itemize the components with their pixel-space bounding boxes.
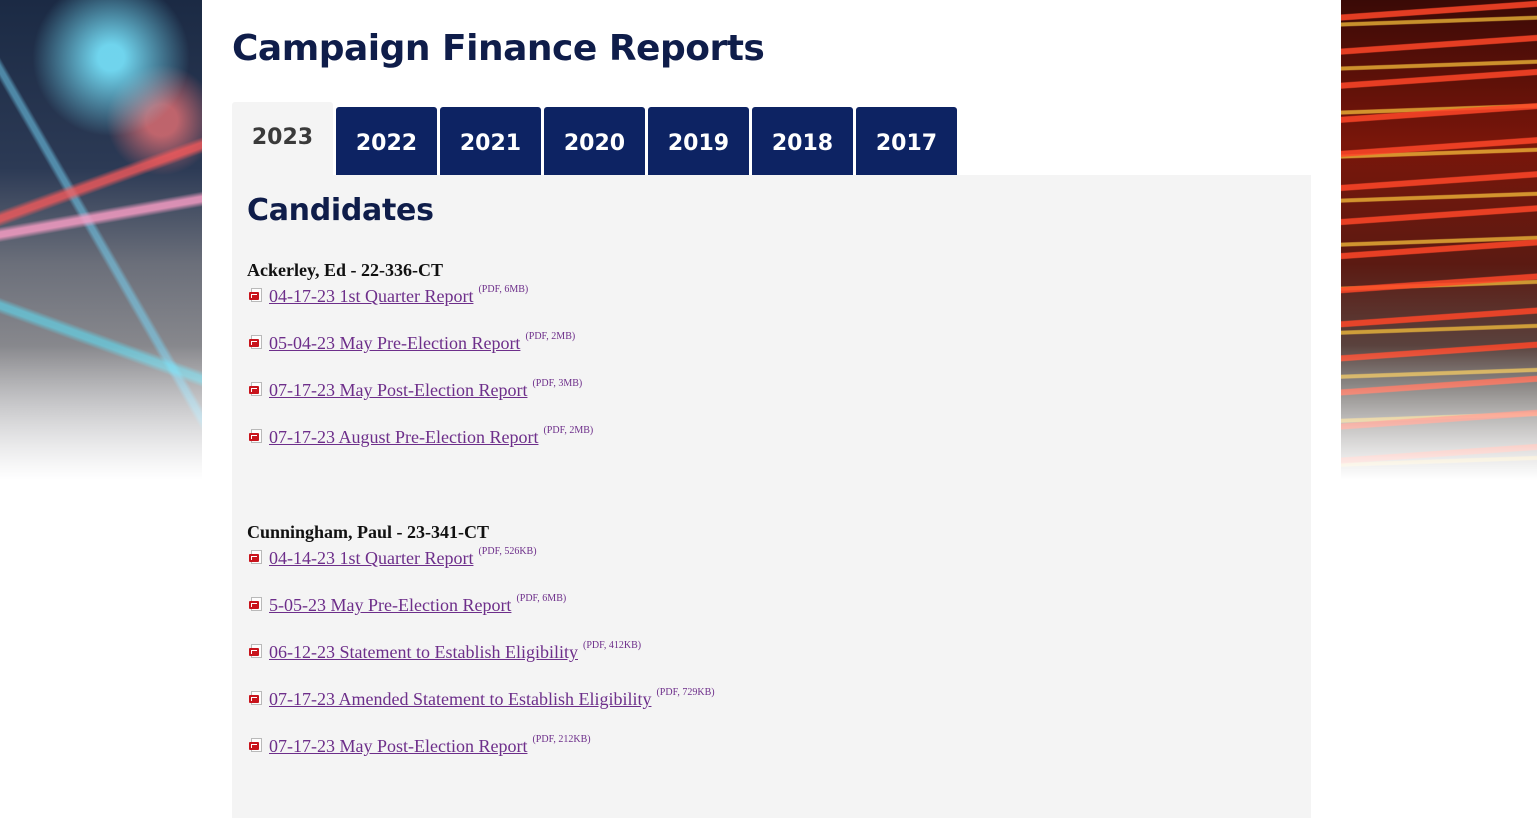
candidate-name: Ackerley, Ed - 22-336-CT xyxy=(247,260,443,280)
report-link[interactable]: 07-17-23 Amended Statement to Establish … xyxy=(269,686,651,712)
report-item: 07-17-23 August Pre-Election Report (PDF… xyxy=(247,424,593,471)
candidate-block: Ackerley, Ed - 22-336-CT 04-17-23 1st Qu… xyxy=(247,259,593,471)
file-info: (PDF, 3MB) xyxy=(532,378,583,389)
tab-panel-2023: Candidates Ackerley, Ed - 22-336-CT 04-1… xyxy=(232,175,1311,818)
report-link[interactable]: 07-17-23 August Pre-Election Report xyxy=(269,424,538,450)
report-link[interactable]: 04-14-23 1st Quarter Report xyxy=(269,545,473,571)
report-item: 04-14-23 1st Quarter Report (PDF, 526KB) xyxy=(247,545,715,592)
tab-2023[interactable]: 2023 xyxy=(232,102,333,175)
tab-2022[interactable]: 2022 xyxy=(336,107,437,175)
pdf-file-icon xyxy=(249,335,263,351)
report-item: 07-17-23 Amended Statement to Establish … xyxy=(247,686,715,733)
pdf-file-icon xyxy=(249,644,263,660)
pdf-file-icon xyxy=(249,691,263,707)
pdf-file-icon xyxy=(249,382,263,398)
report-item: 5-05-23 May Pre-Election Report (PDF, 6M… xyxy=(247,592,715,639)
pdf-file-icon xyxy=(249,288,263,304)
pdf-file-icon xyxy=(249,550,263,566)
tab-2020[interactable]: 2020 xyxy=(544,107,645,175)
candidate-block: Cunningham, Paul - 23-341-CT 04-14-23 1s… xyxy=(247,521,715,780)
report-link[interactable]: 06-12-23 Statement to Establish Eligibil… xyxy=(269,639,578,665)
report-item: 07-17-23 May Post-Election Report (PDF, … xyxy=(247,733,715,780)
section-heading-candidates: Candidates xyxy=(247,193,434,228)
report-link[interactable]: 07-17-23 May Post-Election Report xyxy=(269,377,527,403)
file-info: (PDF, 412KB) xyxy=(582,640,642,651)
pdf-file-icon xyxy=(249,738,263,754)
file-info: (PDF, 2MB) xyxy=(525,331,576,342)
report-item: 07-17-23 May Post-Election Report (PDF, … xyxy=(247,377,593,424)
file-info: (PDF, 526KB) xyxy=(478,546,537,557)
background-image-left xyxy=(0,0,202,480)
file-info: (PDF, 6MB) xyxy=(478,284,529,295)
file-info: (PDF, 729KB) xyxy=(656,687,715,698)
main-content: Campaign Finance Reports 2023 2022 2021 … xyxy=(202,0,1341,818)
report-item: 04-17-23 1st Quarter Report (PDF, 6MB) xyxy=(247,283,593,330)
background-image-right xyxy=(1341,0,1537,480)
report-item: 06-12-23 Statement to Establish Eligibil… xyxy=(247,639,715,686)
pdf-file-icon xyxy=(249,597,263,613)
page-title: Campaign Finance Reports xyxy=(232,28,765,69)
report-link[interactable]: 05-04-23 May Pre-Election Report xyxy=(269,330,520,356)
report-link[interactable]: 5-05-23 May Pre-Election Report xyxy=(269,592,511,618)
candidate-name: Cunningham, Paul - 23-341-CT xyxy=(247,522,490,542)
report-item: 05-04-23 May Pre-Election Report (PDF, 2… xyxy=(247,330,593,377)
file-info: (PDF, 6MB) xyxy=(516,593,567,604)
tab-2017[interactable]: 2017 xyxy=(856,107,957,175)
tab-2018[interactable]: 2018 xyxy=(752,107,853,175)
file-info: (PDF, 212KB) xyxy=(532,734,591,745)
report-link[interactable]: 07-17-23 May Post-Election Report xyxy=(269,733,527,759)
year-tabs: 2023 2022 2021 2020 2019 2018 2017 xyxy=(232,102,960,175)
file-info: (PDF, 2MB) xyxy=(543,425,594,436)
tab-2019[interactable]: 2019 xyxy=(648,107,749,175)
report-link[interactable]: 04-17-23 1st Quarter Report xyxy=(269,283,473,309)
pdf-file-icon xyxy=(249,429,263,445)
tab-2021[interactable]: 2021 xyxy=(440,107,541,175)
